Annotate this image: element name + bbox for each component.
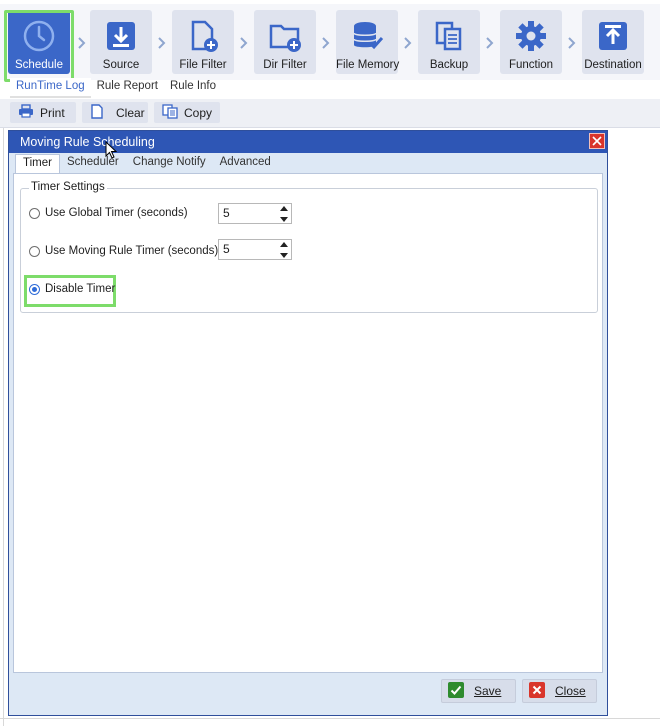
save-button[interactable]: Save — [441, 679, 516, 703]
step-backup[interactable]: Backup — [418, 10, 480, 74]
chevron-right-icon — [403, 36, 413, 50]
save-label: Save — [474, 684, 502, 698]
checkmark-icon — [448, 681, 464, 701]
chevron-right-icon — [567, 36, 577, 50]
workflow-ribbon: Schedule Source File Filter Dir Filter F… — [0, 4, 660, 82]
global-timer-option[interactable]: Use Global Timer (seconds) — [29, 207, 188, 219]
tab-rule-info[interactable]: Rule Info — [164, 78, 222, 98]
tab-rule-report[interactable]: Rule Report — [91, 78, 164, 98]
gear-icon — [500, 18, 562, 54]
step-label: Dir Filter — [263, 59, 307, 71]
chevron-right-icon — [157, 36, 167, 50]
chevron-right-icon — [239, 36, 249, 50]
tab-change-notify[interactable]: Change Notify — [126, 154, 213, 174]
global-timer-value: 5 — [223, 206, 230, 220]
step-label: Source — [102, 59, 140, 71]
tab-advanced[interactable]: Advanced — [213, 154, 278, 174]
step-label: Backup — [429, 59, 469, 71]
disable-timer-option[interactable]: Disable Timer — [29, 283, 115, 295]
printer-icon — [18, 104, 34, 121]
dialog-titlebar[interactable]: Moving Rule Scheduling — [9, 131, 607, 153]
print-label: Print — [40, 105, 65, 120]
step-file-filter[interactable]: File Filter — [172, 10, 234, 74]
document-icon — [90, 103, 104, 122]
arrow-down-icon[interactable] — [280, 253, 288, 258]
selection-highlight — [4, 10, 74, 82]
arrow-up-icon[interactable] — [280, 242, 288, 247]
folder-filter-icon — [254, 18, 316, 54]
chevron-right-icon — [321, 36, 331, 50]
close-label: Close — [555, 684, 586, 698]
database-icon — [336, 18, 398, 54]
step-source[interactable]: Source — [90, 10, 152, 74]
left-divider — [3, 128, 4, 726]
rule-timer-label: Use Moving Rule Timer (seconds) — [45, 245, 219, 257]
step-label: Function — [508, 59, 554, 71]
log-toolbar: Print Clear Copy — [0, 99, 660, 128]
dialog-footer: Save Close — [13, 673, 603, 709]
spinner-arrows[interactable] — [279, 242, 289, 258]
dialog-title: Moving Rule Scheduling — [20, 135, 155, 149]
timer-settings-group: Timer Settings Use Global Timer (seconds… — [20, 181, 598, 313]
tab-runtime-log[interactable]: RunTime Log — [10, 78, 91, 98]
step-file-memory[interactable]: File Memory — [336, 10, 400, 74]
timer-panel: Timer Settings Use Global Timer (seconds… — [13, 173, 603, 673]
rule-timer-spinner[interactable]: 5 — [218, 239, 292, 260]
step-function[interactable]: Function — [500, 10, 562, 74]
arrow-down-icon[interactable] — [280, 217, 288, 222]
file-filter-icon — [172, 18, 234, 54]
chevron-right-icon — [77, 36, 87, 50]
global-timer-label: Use Global Timer (seconds) — [45, 207, 188, 219]
tab-timer[interactable]: Timer — [15, 154, 60, 175]
disable-timer-radio[interactable] — [29, 283, 40, 295]
clear-button[interactable]: Clear — [82, 102, 148, 123]
bottom-divider — [0, 718, 660, 719]
close-x-icon — [529, 681, 545, 701]
backup-copy-icon — [418, 18, 480, 54]
log-tabs: RunTime Log Rule Report Rule Info — [10, 78, 222, 98]
copy-button[interactable]: Copy — [154, 102, 220, 123]
step-label: Destination — [584, 59, 642, 71]
close-button[interactable]: Close — [522, 679, 597, 703]
global-timer-spinner[interactable]: 5 — [218, 203, 292, 224]
spinner-arrows[interactable] — [279, 206, 289, 222]
step-dir-filter[interactable]: Dir Filter — [254, 10, 316, 74]
copy-icon — [162, 103, 178, 122]
upload-icon — [582, 18, 644, 54]
group-title: Timer Settings — [29, 181, 107, 193]
dialog-tabs: Timer Scheduler Change Notify Advanced — [15, 154, 278, 175]
step-label: File Memory — [336, 59, 400, 71]
copy-label: Copy — [184, 105, 213, 120]
step-label: File Filter — [179, 59, 227, 71]
close-icon[interactable] — [589, 133, 605, 149]
rule-timer-option[interactable]: Use Moving Rule Timer (seconds) — [29, 245, 218, 257]
tab-scheduler[interactable]: Scheduler — [60, 154, 126, 174]
disable-timer-label: Disable Timer — [45, 283, 116, 295]
download-icon — [90, 18, 152, 54]
rule-timer-value: 5 — [223, 242, 230, 256]
print-button[interactable]: Print — [10, 102, 76, 123]
chevron-right-icon — [485, 36, 495, 50]
moving-rule-scheduling-dialog: Moving Rule Scheduling Timer Scheduler C… — [8, 130, 608, 716]
step-destination[interactable]: Destination — [582, 10, 644, 74]
clear-label: Clear — [116, 105, 145, 120]
arrow-up-icon[interactable] — [280, 206, 288, 211]
global-timer-radio[interactable] — [29, 207, 40, 219]
rule-timer-radio[interactable] — [29, 245, 40, 257]
